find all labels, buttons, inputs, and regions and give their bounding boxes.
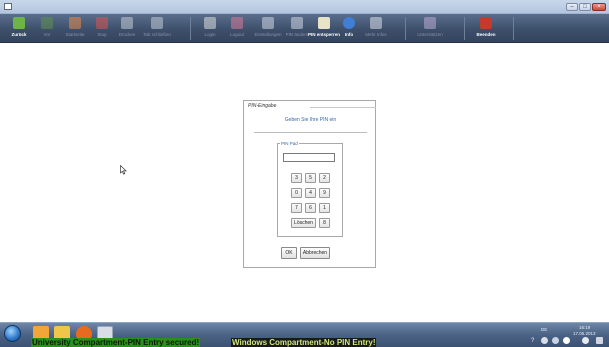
logout-icon [231,17,243,29]
minimize-button[interactable]: – [566,3,578,11]
close-tab-button[interactable]: Tab schließen [138,15,176,42]
exit-button[interactable]: Beenden [470,15,502,42]
pin-change-icon [291,17,303,29]
start-button[interactable] [4,325,21,342]
clock-date[interactable]: 17.05.2013 [573,331,596,336]
clear-button[interactable]: Löschen [291,218,316,228]
pin-key[interactable]: 7 [291,203,302,213]
info-icon [343,17,355,29]
tools-icon [262,17,274,29]
dialog-divider [254,132,367,133]
pin-key[interactable]: 4 [305,188,316,198]
app-window-icon [4,3,12,10]
language-indicator[interactable]: DE [541,327,547,332]
support-icon [424,17,436,29]
printer-icon [121,17,133,29]
security-icon[interactable] [563,337,570,344]
pin-key[interactable]: 3 [291,173,302,183]
folder-icon [370,17,382,29]
speaker-icon[interactable] [541,337,548,344]
toolbar-separator [513,17,514,40]
exit-door-icon [480,17,492,29]
back-arrow-icon [13,17,25,29]
close-window-button[interactable]: × [592,3,606,11]
unlock-pin-button[interactable]: PIN entsperren [305,15,343,42]
forward-arrow-icon [41,17,53,29]
dialog-title-divider [310,107,376,108]
pin-prompt: Geben Sie Ihre PIN ein [284,117,337,123]
stop-icon [96,17,108,29]
clock-time[interactable]: 16:19 [579,325,590,330]
pin-input[interactable] [283,153,335,162]
pin-key[interactable]: 8 [319,218,330,228]
pin-pad-label: PIN Pad [280,141,299,146]
pin-entry-dialog: PIN-Eingabe Geben Sie Ihre PIN ein PIN P… [243,100,376,268]
secured-compartment-banner: University Compartment-PIN Entry secured… [31,338,201,347]
toolbar-separator [464,17,465,40]
pin-key[interactable]: 5 [305,173,316,183]
logout-button[interactable]: Logout [223,15,251,42]
cancel-button[interactable]: Abbrechen [300,247,330,259]
toolbar-separator [405,17,406,40]
help-mark: ? [531,338,535,344]
pin-unlock-icon [318,17,330,29]
main-toolbar: Zurück Vor Startseite Stop Drucken Tab s… [0,14,609,43]
pin-key[interactable]: 2 [319,173,330,183]
close-tab-icon [151,17,163,29]
toolbar-separator [190,17,191,40]
dialog-title: PIN-Eingabe [248,103,277,109]
login-icon [204,17,216,29]
unsecured-compartment-banner: Windows Compartment-No PIN Entry! [231,338,377,347]
show-desktop-icon[interactable] [596,337,603,344]
pin-key[interactable]: 0 [291,188,302,198]
ok-button[interactable]: OK [281,247,297,259]
window-titlebar: – □ × [0,0,609,14]
mouse-pointer-icon [120,165,127,175]
pin-key[interactable]: 9 [319,188,330,198]
info-button[interactable]: Info [339,15,359,42]
pin-pad: PIN Pad 3 5 2 0 4 9 7 6 1 Löschen 8 [277,141,343,237]
home-icon [69,17,81,29]
notification-icon[interactable] [582,337,589,344]
maximize-button[interactable]: □ [579,3,591,11]
pin-key[interactable]: 1 [319,203,330,213]
more-info-button[interactable]: Mehr Infos [360,15,392,42]
network-icon[interactable] [552,337,559,344]
login-button[interactable]: Login [196,15,224,42]
pin-key[interactable]: 6 [305,203,316,213]
support-button[interactable]: Unterstützen [412,15,448,42]
